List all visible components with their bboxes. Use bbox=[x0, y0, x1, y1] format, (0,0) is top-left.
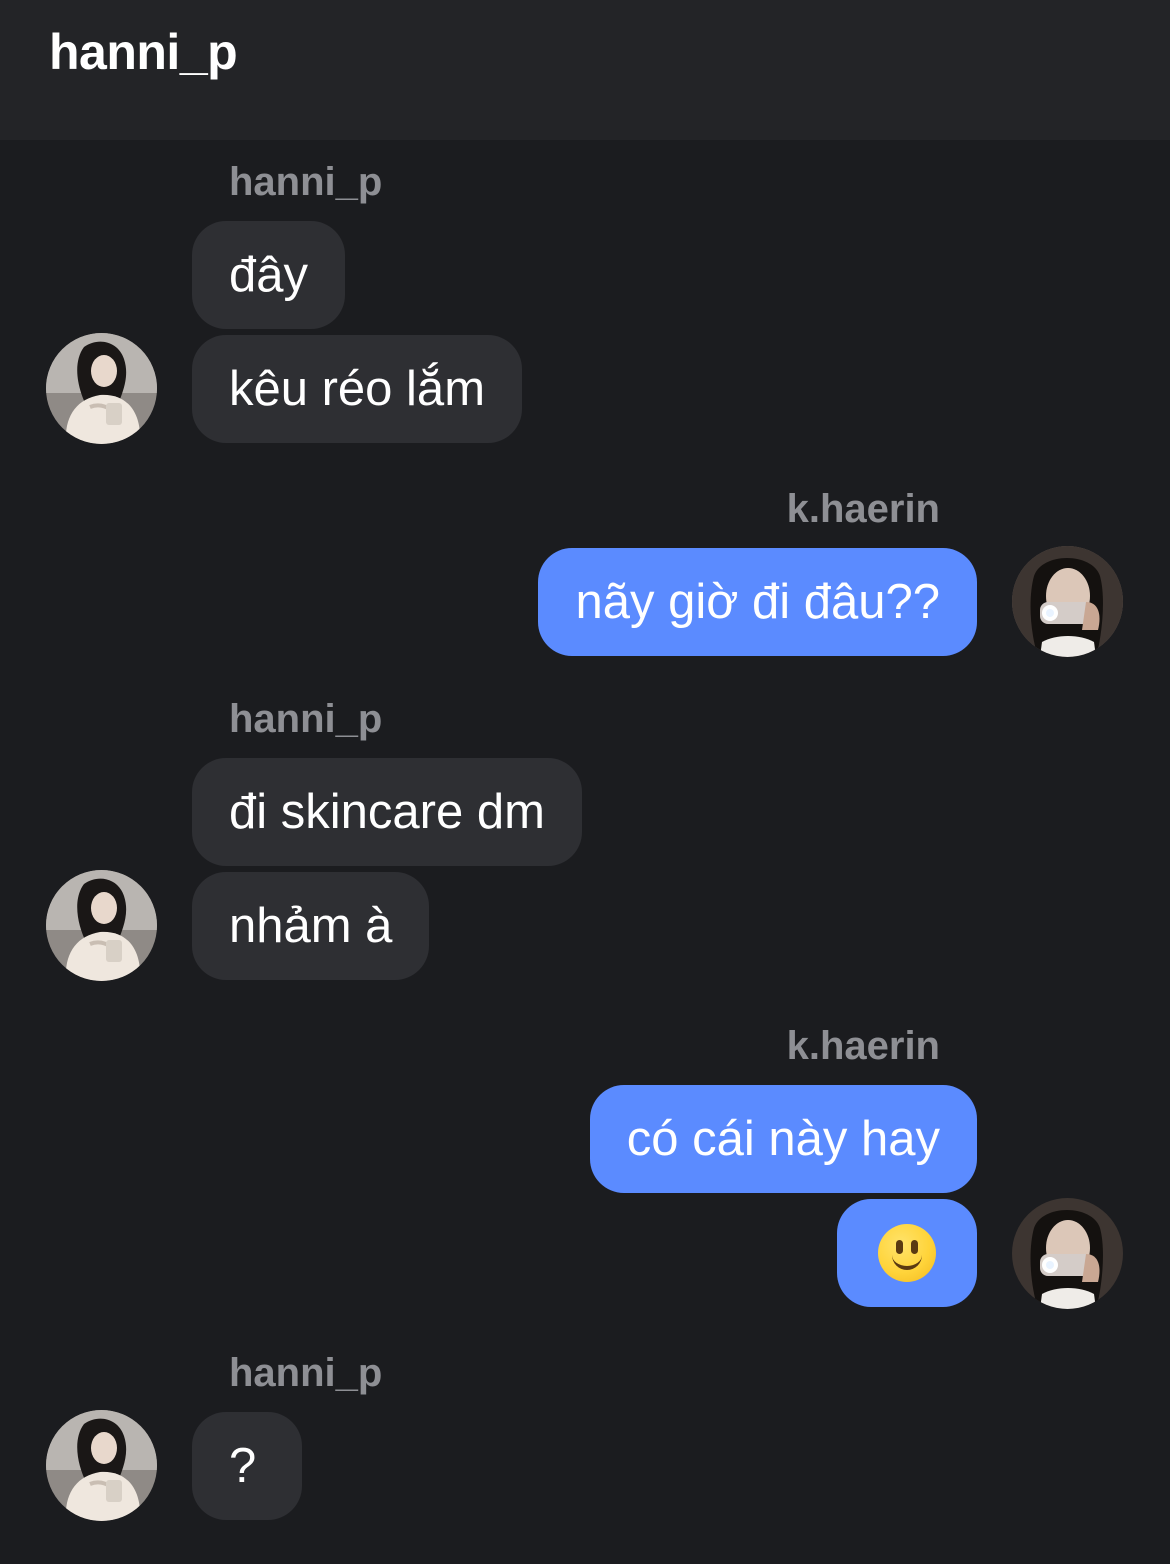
message-bubble-incoming[interactable]: đây bbox=[192, 221, 346, 329]
avatar-haerin[interactable] bbox=[1012, 546, 1123, 657]
slightly-smiling-face-icon bbox=[878, 1224, 936, 1283]
avatar-hanni[interactable] bbox=[46, 870, 157, 981]
avatar-hanni[interactable] bbox=[46, 1410, 157, 1521]
chat-header: hanni_p bbox=[0, 0, 1170, 140]
sender-name: hanni_p bbox=[229, 697, 383, 741]
avatar-haerin[interactable] bbox=[1012, 1198, 1123, 1309]
message-bubble-outgoing[interactable]: nãy giờ đi đâu?? bbox=[538, 548, 977, 656]
avatar-hanni[interactable] bbox=[46, 333, 157, 444]
message-bubble-incoming[interactable]: ? bbox=[192, 1412, 302, 1520]
chat-title: hanni_p bbox=[49, 24, 238, 80]
sender-name: k.haerin bbox=[786, 487, 940, 531]
message-bubble-incoming[interactable]: đi skincare dm bbox=[192, 758, 582, 866]
message-bubble-outgoing-emoji[interactable] bbox=[837, 1199, 977, 1307]
sender-name: hanni_p bbox=[229, 1351, 383, 1395]
message-bubble-outgoing[interactable]: có cái này hay bbox=[589, 1085, 977, 1193]
message-bubble-incoming[interactable]: kêu réo lắm bbox=[192, 335, 523, 443]
sender-name: hanni_p bbox=[229, 160, 383, 204]
sender-name: k.haerin bbox=[786, 1024, 940, 1068]
message-bubble-incoming[interactable]: nhảm à bbox=[192, 872, 430, 980]
